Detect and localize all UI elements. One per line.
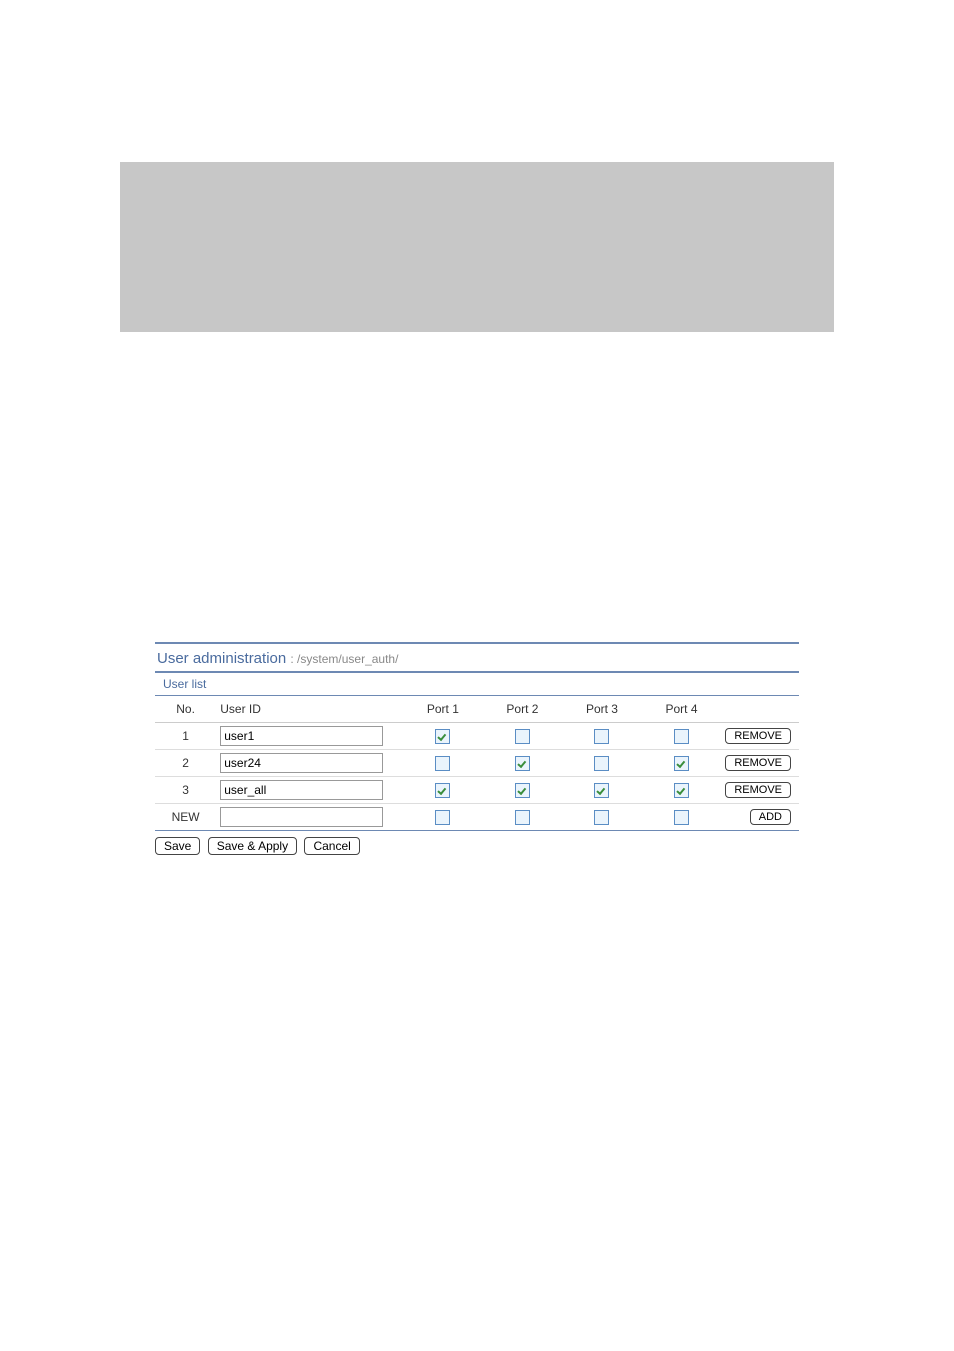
cancel-button[interactable]: Cancel [304, 837, 359, 855]
col-port2-header: Port 2 [483, 696, 563, 723]
user-id-input[interactable] [220, 780, 383, 800]
port-checkbox[interactable] [674, 729, 689, 744]
row-no: 2 [155, 750, 216, 777]
header-banner [120, 162, 834, 332]
col-no-header: No. [155, 696, 216, 723]
table-row: 1 REMOVE [155, 723, 799, 750]
save-apply-button[interactable]: Save & Apply [208, 837, 297, 855]
port-checkbox[interactable] [435, 756, 450, 771]
remove-button[interactable]: REMOVE [725, 755, 791, 771]
section-label: User list [155, 673, 799, 696]
user-id-input-new[interactable] [220, 807, 383, 827]
add-button[interactable]: ADD [750, 809, 791, 825]
port-checkbox[interactable] [594, 783, 609, 798]
user-list-body: 1 REMOVE 2 REMOVE 3 REMOVE NEW ADD [155, 723, 799, 831]
port-checkbox[interactable] [674, 783, 689, 798]
port-checkbox[interactable] [674, 756, 689, 771]
divider-top [155, 642, 799, 644]
footer-buttons: Save Save & Apply Cancel [155, 837, 799, 855]
row-no: 1 [155, 723, 216, 750]
page-path: : /system/user_auth/ [290, 652, 398, 666]
port-checkbox[interactable] [594, 810, 609, 825]
user-id-input[interactable] [220, 726, 383, 746]
port-checkbox[interactable] [435, 729, 450, 744]
port-checkbox[interactable] [594, 729, 609, 744]
row-new-label: NEW [155, 804, 216, 831]
port-checkbox[interactable] [594, 756, 609, 771]
user-id-input[interactable] [220, 753, 383, 773]
remove-button[interactable]: REMOVE [725, 728, 791, 744]
user-admin-panel: User administration : /system/user_auth/… [155, 642, 799, 855]
user-list-table: No. User ID Port 1 Port 2 Port 3 Port 4 … [155, 696, 799, 831]
port-checkbox[interactable] [435, 783, 450, 798]
port-checkbox[interactable] [515, 783, 530, 798]
port-checkbox[interactable] [435, 810, 450, 825]
col-action-header [721, 696, 799, 723]
table-row-new: NEW ADD [155, 804, 799, 831]
col-port4-header: Port 4 [642, 696, 722, 723]
port-checkbox[interactable] [515, 729, 530, 744]
col-userid-header: User ID [216, 696, 403, 723]
page-title: User administration [157, 650, 286, 667]
col-port3-header: Port 3 [562, 696, 642, 723]
save-button[interactable]: Save [155, 837, 200, 855]
remove-button[interactable]: REMOVE [725, 782, 791, 798]
port-checkbox[interactable] [674, 810, 689, 825]
col-port1-header: Port 1 [403, 696, 483, 723]
page-title-row: User administration : /system/user_auth/ [155, 648, 799, 671]
row-no: 3 [155, 777, 216, 804]
port-checkbox[interactable] [515, 756, 530, 771]
port-checkbox[interactable] [515, 810, 530, 825]
table-row: 3 REMOVE [155, 777, 799, 804]
table-row: 2 REMOVE [155, 750, 799, 777]
